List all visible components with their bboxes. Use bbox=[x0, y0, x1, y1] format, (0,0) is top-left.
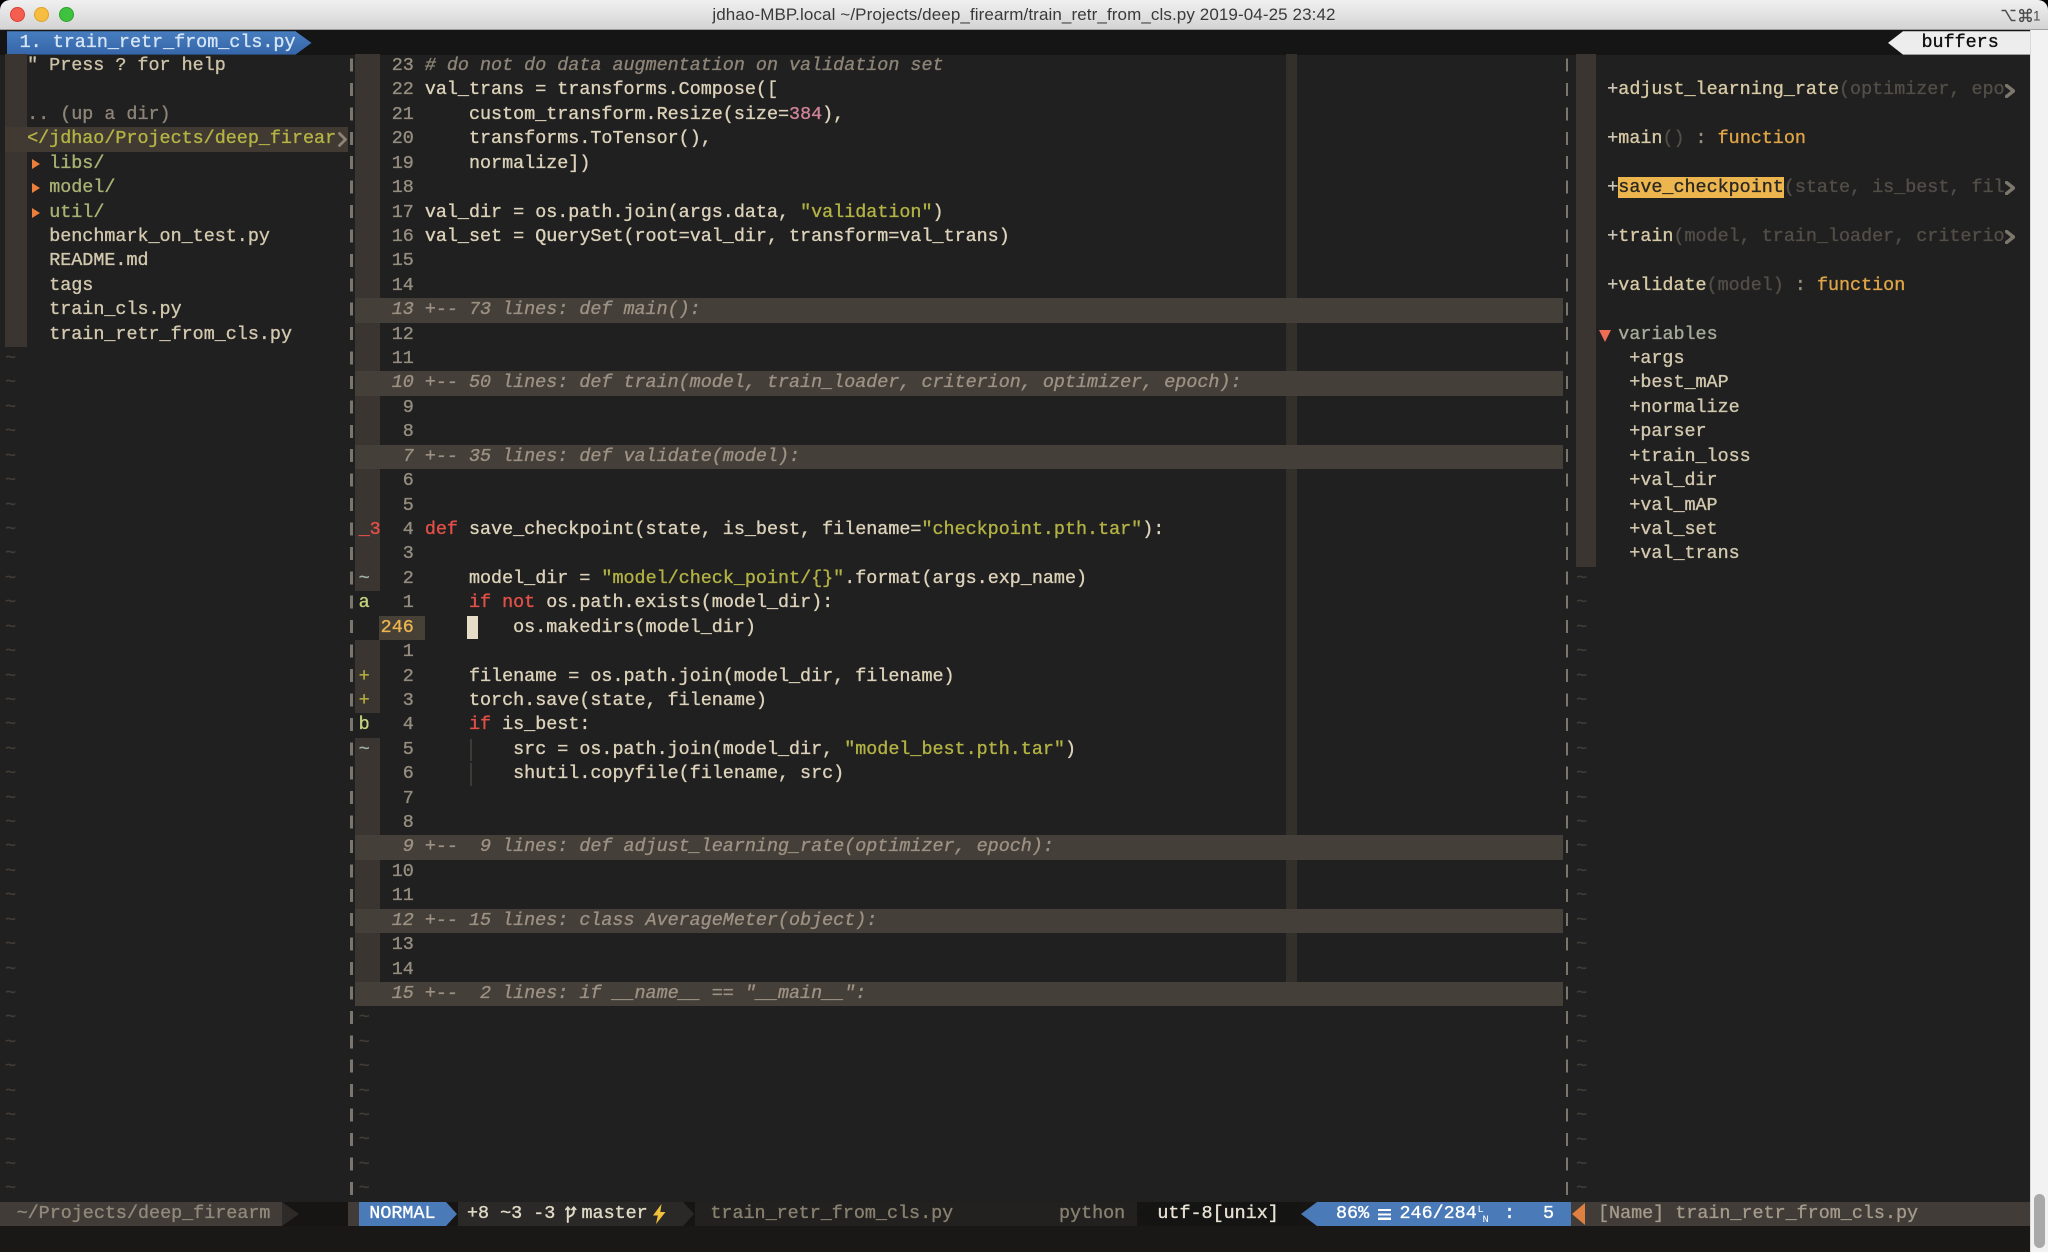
svg-text:1: 1 bbox=[2033, 9, 2041, 24]
